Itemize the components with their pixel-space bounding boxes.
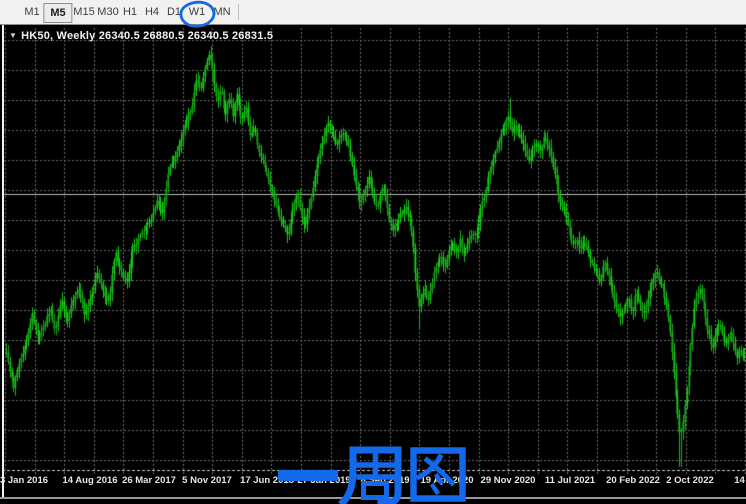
x-axis-label: 17 Jun 2018 (240, 475, 294, 486)
tab-timeframe-h4[interactable]: H4 (145, 5, 159, 19)
x-axis-label: 20 Feb 2022 (606, 475, 660, 486)
mt4-terminal: { "toolbar": { "items": [ {"label":"M1",… (0, 0, 746, 504)
chart-title-text: HK50, Weekly 26340.5 26880.5 26340.5 268… (21, 30, 273, 42)
tab-timeframe-m30[interactable]: M30 (97, 5, 118, 19)
x-axis-label: 19 Apr 2020 (421, 475, 474, 486)
tab-timeframe-m5[interactable]: M5 (43, 3, 72, 23)
x-axis-label: 3 Jan 2016 (0, 475, 48, 486)
chart-window: ▼ HK50, Weekly 26340.5 26880.5 26340.5 26… (0, 25, 746, 504)
toolbar-separator (238, 4, 239, 20)
tab-timeframe-mn[interactable]: MN (213, 5, 230, 19)
timeframe-toolbar: M1 M5M15M30 H1 H4 D1 W1 MN (0, 0, 746, 25)
tab-timeframe-m1[interactable]: M1 (24, 5, 39, 19)
x-axis-label: 8 Sep 2019 (360, 475, 409, 486)
x-axis-label: 5 Nov 2017 (182, 475, 232, 486)
tab-timeframe-w1[interactable]: W1 (189, 5, 206, 19)
chart-title: ▼ HK50, Weekly 26340.5 26880.5 26340.5 26… (9, 30, 273, 42)
x-axis-label: 14 May 2023 (734, 475, 746, 486)
window-bottom-border (0, 497, 746, 499)
x-axis-label: 11 Jul 2021 (545, 475, 595, 486)
x-axis-label: 29 Nov 2020 (481, 475, 536, 486)
tab-timeframe-d1[interactable]: D1 (167, 5, 181, 19)
chart-canvas[interactable] (0, 25, 746, 504)
tab-timeframe-h1[interactable]: H1 (123, 5, 137, 19)
x-axis-label: 26 Mar 2017 (122, 475, 176, 486)
x-axis-label: 14 Aug 2016 (62, 475, 117, 486)
chart-dropdown-icon[interactable]: ▼ (9, 31, 17, 40)
x-axis-label: 2 Oct 2022 (666, 475, 714, 486)
tab-timeframe-m15[interactable]: M15 (73, 5, 94, 19)
x-axis-label: 27 Jan 2019 (297, 475, 350, 486)
chart-left-border (2, 25, 4, 499)
